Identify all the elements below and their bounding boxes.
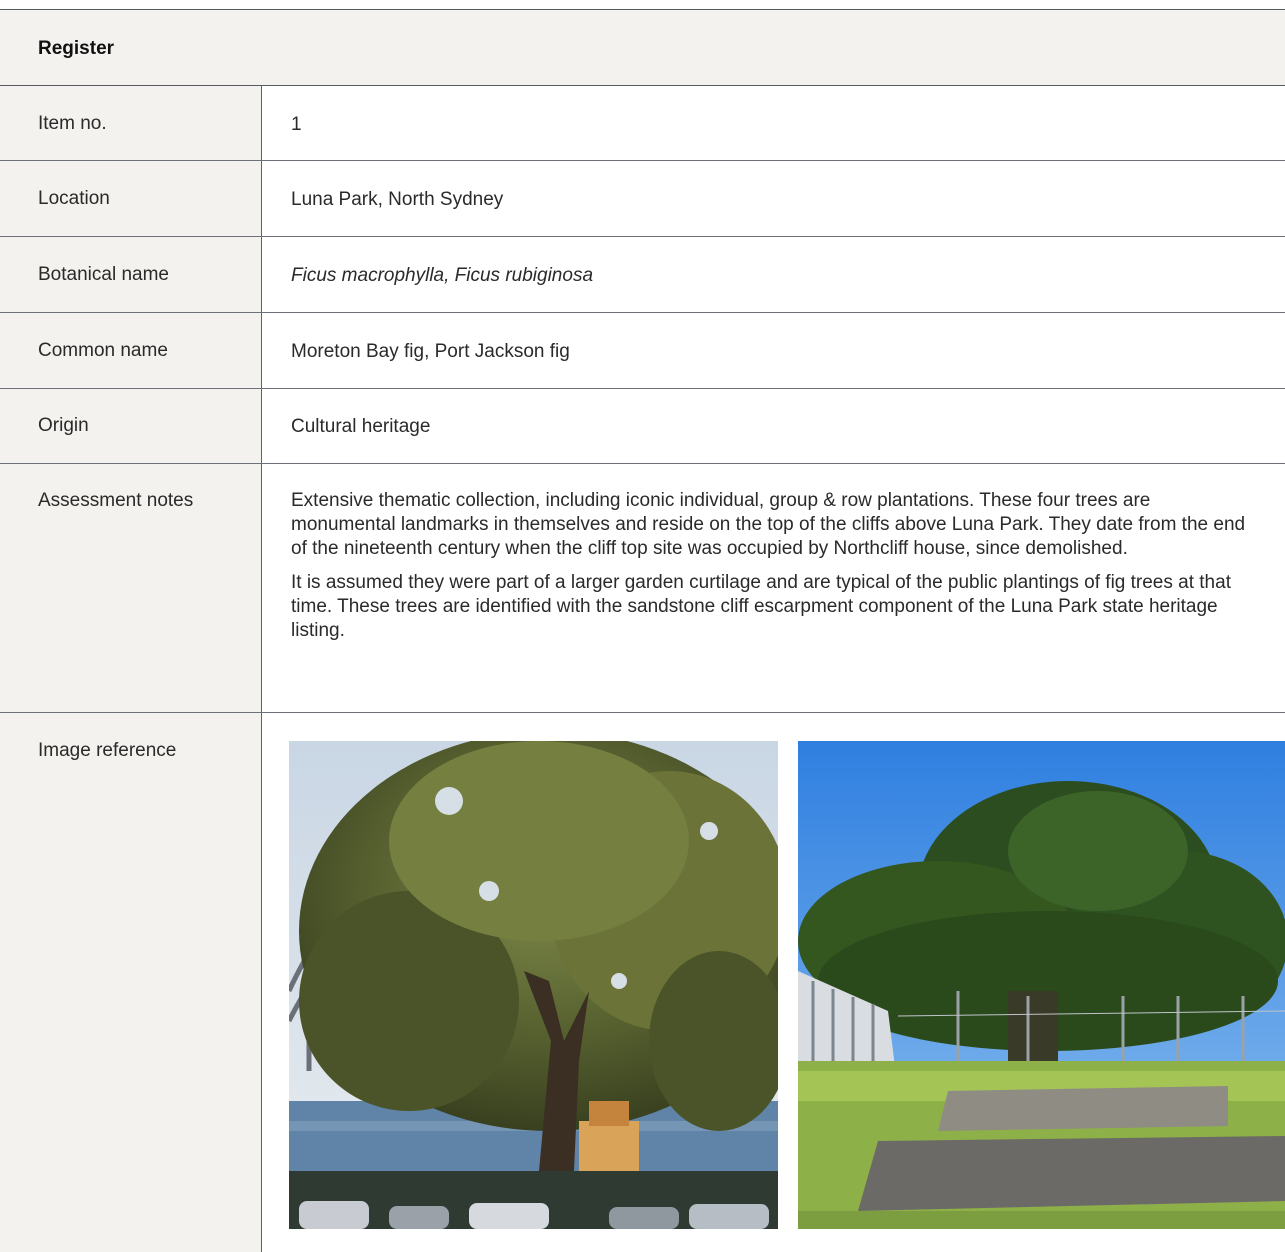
row-divider — [0, 160, 1285, 161]
location-label: Location — [38, 188, 110, 209]
column-divider — [261, 86, 262, 1252]
botanical-name-label: Botanical name — [38, 264, 169, 285]
image-reference-label: Image reference — [38, 740, 177, 761]
register-table: Register Item no. 1 Location Luna Park, … — [0, 0, 1285, 1252]
row-divider — [0, 712, 1285, 713]
origin-label: Origin — [38, 415, 89, 436]
common-name-value: Moreton Bay fig, Port Jackson fig — [291, 341, 570, 362]
register-title: Register — [38, 38, 115, 59]
item-no-label: Item no. — [38, 113, 107, 134]
row-divider — [0, 236, 1285, 237]
register-header: Register — [0, 9, 1285, 86]
common-name-label: Common name — [38, 340, 168, 361]
assessment-notes-value: Extensive thematic collection, including… — [291, 489, 1256, 653]
row-divider — [0, 312, 1285, 313]
assessment-notes-paragraph: It is assumed they were part of a larger… — [291, 572, 1231, 641]
location-value: Luna Park, North Sydney — [291, 189, 504, 210]
fig-tree-photo-field — [798, 741, 1285, 1229]
botanical-name-value: Ficus macrophylla, Ficus rubiginosa — [291, 265, 594, 286]
item-no-value: 1 — [291, 114, 302, 135]
fig-tree-photo-bridge — [289, 741, 778, 1229]
assessment-notes-paragraph: Extensive thematic collection, including… — [291, 490, 1246, 559]
assessment-notes-label: Assessment notes — [38, 490, 194, 511]
label-column — [0, 86, 261, 1252]
row-divider — [0, 388, 1285, 389]
origin-value: Cultural heritage — [291, 416, 431, 437]
row-divider — [0, 463, 1285, 464]
